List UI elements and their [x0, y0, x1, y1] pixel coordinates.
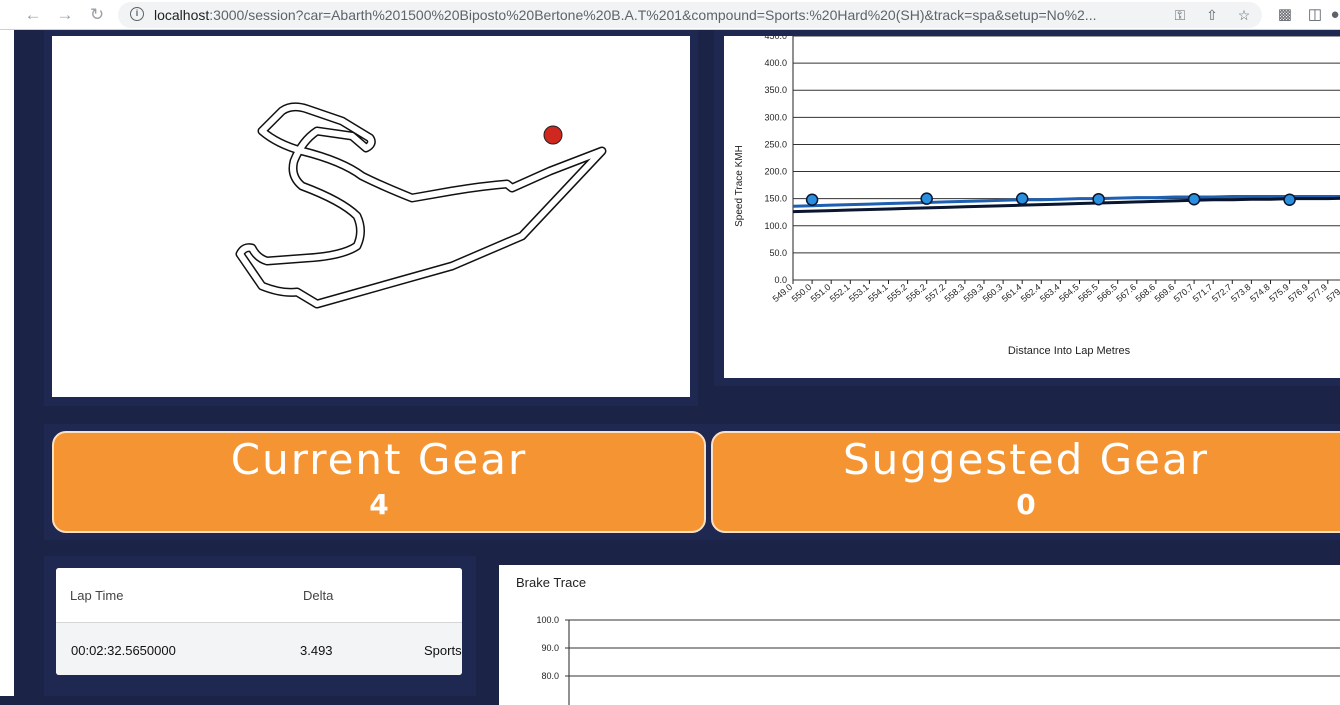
x-tick-label: 549.0 — [771, 282, 795, 304]
data-point-marker — [805, 193, 819, 207]
x-tick-label: 550.0 — [790, 282, 814, 304]
site-info-icon[interactable]: i — [130, 7, 144, 21]
x-tick-label: 572.7 — [1210, 282, 1234, 304]
x-tick-label: 562.4 — [1019, 282, 1043, 304]
speed-trace-chart: 0.0 50.0 100.0 150.0 200.0 250.0 300.0 350.0 400… — [724, 31, 1340, 378]
x-tick-label: 559.3 — [962, 282, 986, 304]
x-tick-label: 573.8 — [1229, 282, 1253, 304]
suggested-gear-title: Suggested Gear — [842, 435, 1210, 484]
x-tick-label: 554.1 — [866, 282, 890, 304]
x-tick-label: 574.8 — [1248, 282, 1272, 304]
browser-toolbar: ← → ↻ i localhost:3000/session?car=Abart… — [0, 0, 1340, 30]
x-tick-label: 575.9 — [1267, 282, 1291, 304]
side-panel-icon[interactable]: ◫ — [1304, 4, 1326, 26]
current-gear-title: Current Gear — [230, 435, 528, 484]
suggested-gear-value: 0 — [1016, 488, 1036, 521]
y-tick-label: 350.0 — [764, 85, 787, 95]
brake-y-tick-label: 80.0 — [541, 671, 559, 681]
brake-trace-svg: 100.0 90.0 80.0 — [536, 615, 1340, 705]
x-tick-label: 566.5 — [1095, 282, 1119, 304]
forward-arrow-icon[interactable]: → — [52, 3, 78, 27]
y-tick-label: 150.0 — [764, 194, 787, 204]
x-tick-label: 570.7 — [1172, 282, 1196, 304]
track-map-svg — [235, 102, 607, 309]
header-lap-time: Lap Time — [70, 588, 124, 603]
data-point-marker — [1015, 192, 1029, 205]
x-tick-label: 558.3 — [942, 282, 966, 304]
x-tick-label: 565.5 — [1076, 282, 1100, 304]
y-tick-label: 200.0 — [764, 167, 787, 177]
cell-compound: Sports — [424, 643, 462, 658]
current-gear-value: 4 — [369, 488, 389, 521]
x-tick-label: 556.2 — [904, 282, 928, 304]
y-tick-label: 100.0 — [764, 221, 787, 231]
profile-icon[interactable]: ● — [1330, 4, 1340, 26]
track-map — [52, 36, 690, 397]
lap-times-table: Lap Time Delta 00:02:32.5650000 3.493 Sp… — [56, 568, 462, 675]
x-tick-label: 568.6 — [1133, 282, 1157, 304]
header-delta: Delta — [303, 588, 334, 603]
url-path: :3000/session?car=Abarth%201500%20Bipost… — [209, 7, 1097, 23]
x-tick-label: 576.9 — [1286, 282, 1310, 304]
cell-delta: 3.493 — [300, 643, 333, 658]
y-tick-label: 50.0 — [769, 248, 787, 258]
data-point-marker — [920, 192, 933, 205]
data-point-marker — [1283, 193, 1296, 207]
x-tick-label: 579.0 — [1324, 282, 1340, 304]
window-edge — [0, 30, 14, 696]
x-tick-label: 552.1 — [828, 282, 852, 304]
current-gear-card: Current Gear 4 — [52, 431, 706, 533]
back-arrow-icon[interactable]: ← — [20, 3, 46, 27]
url-host: localhost — [154, 7, 210, 23]
table-row[interactable]: 00:02:32.5650000 3.493 Sports — [56, 623, 462, 675]
table-header: Lap Time Delta — [56, 568, 462, 623]
x-tick-label: 569.6 — [1153, 282, 1177, 304]
reload-icon[interactable]: ↻ — [84, 3, 110, 27]
x-tick-label: 561.4 — [1000, 282, 1024, 304]
brake-trace-chart: Brake Trace 100.0 90.0 80.0 — [499, 565, 1340, 705]
x-tick-label: 560.3 — [981, 282, 1005, 304]
x-tick-label: 551.0 — [809, 282, 833, 304]
x-tick-label: 577.9 — [1305, 282, 1329, 304]
brake-y-tick-label: 90.0 — [541, 643, 559, 653]
x-tick-label: 563.4 — [1038, 282, 1062, 304]
share-icon[interactable]: ⇧ — [1202, 5, 1222, 25]
cell-lap-time: 00:02:32.5650000 — [71, 643, 176, 658]
data-point-marker — [1187, 192, 1201, 206]
suggested-gear-card: Suggested Gear 0 — [711, 431, 1340, 533]
extensions-puzzle-icon[interactable]: ▩ — [1274, 4, 1296, 26]
y-axis-label: Speed Trace KMH — [734, 145, 745, 227]
brake-y-tick-label: 100.0 — [536, 615, 559, 625]
x-tick-label: 571.7 — [1191, 282, 1215, 304]
x-tick-label: 553.1 — [847, 282, 871, 304]
url-text: localhost:3000/session?car=Abarth%201500… — [154, 7, 1096, 23]
car-position-marker — [543, 125, 563, 145]
x-tick-label: 567.6 — [1114, 282, 1138, 304]
address-bar[interactable]: i localhost:3000/session?car=Abarth%2015… — [118, 2, 1262, 28]
y-tick-label: 250.0 — [764, 139, 787, 149]
x-tick-label: 557.2 — [923, 282, 947, 304]
data-point-marker — [1092, 192, 1105, 206]
speed-trace-svg: 0.050.0100.0150.0200.0250.0300.0350.0400… — [734, 31, 1340, 357]
y-tick-label: 450.0 — [764, 36, 787, 41]
y-tick-label: 300.0 — [764, 112, 787, 122]
bookmark-star-icon[interactable]: ☆ — [1234, 5, 1254, 25]
key-icon[interactable]: ⚿ — [1170, 5, 1190, 25]
x-tick-label: 564.5 — [1057, 282, 1081, 304]
y-tick-label: 400.0 — [764, 58, 787, 68]
x-tick-label: 555.2 — [885, 282, 909, 304]
x-axis-label: Distance Into Lap Metres — [1008, 345, 1131, 357]
